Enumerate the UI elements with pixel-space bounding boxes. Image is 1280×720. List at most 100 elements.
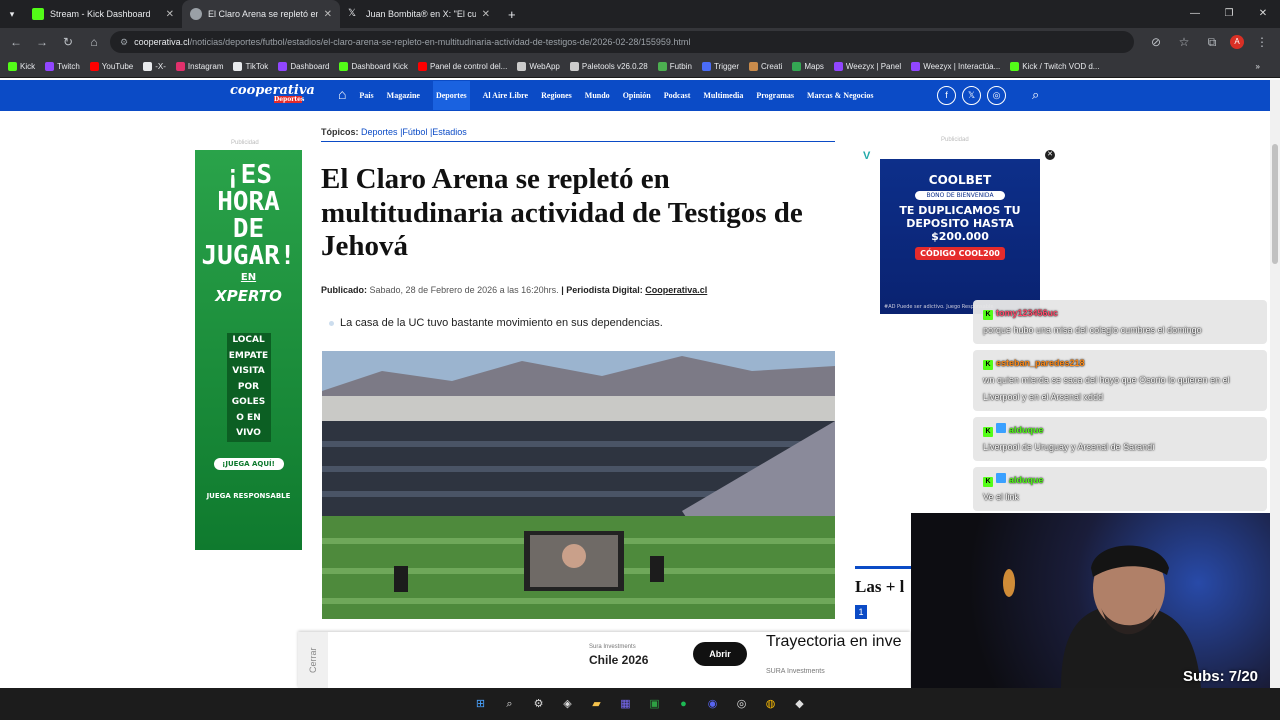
site-logo[interactable]: cooperativa Deportes — [230, 83, 315, 103]
close-window-icon[interactable]: ✕ — [1246, 0, 1280, 28]
discord-icon[interactable]: ◉ — [703, 694, 723, 714]
search-icon[interactable]: ⌕ — [1032, 87, 1039, 103]
terminal-icon[interactable]: ▣ — [645, 694, 665, 714]
chat-message: Kalduque Ve el link — [973, 467, 1267, 511]
menu-icon[interactable]: ⋮ — [1252, 32, 1272, 52]
ad-sponsor-2: SURA Investments — [766, 668, 825, 675]
chat-text: porque hubo una misa del colegio cumbres… — [983, 325, 1202, 335]
topic-link[interactable]: |Estadios — [430, 127, 467, 137]
obs-icon[interactable]: ◎ — [732, 694, 752, 714]
menu-item[interactable]: Opinión — [623, 91, 651, 100]
minimize-icon[interactable]: — — [1178, 0, 1212, 28]
topic-link[interactable]: Deportes — [361, 127, 398, 137]
ad-cta-button[interactable]: ¡JUEGA AQUÍ! — [213, 457, 284, 470]
menu-item[interactable]: Regiones — [541, 91, 572, 100]
tab-search-icon[interactable]: ▾ — [0, 9, 24, 20]
bookmark-item[interactable]: Instagram — [175, 62, 224, 71]
menu-item[interactable]: Programas — [756, 91, 794, 100]
extensions-icon[interactable]: ⧉ — [1202, 32, 1222, 52]
ad-brand: COOLBET — [928, 173, 992, 187]
bookmark-item[interactable]: Twitch — [45, 62, 80, 71]
bookmark-item[interactable]: Panel de control del... — [417, 62, 508, 71]
open-ad-button[interactable]: Abrir — [693, 642, 747, 666]
bookmark-label: Kick — [20, 62, 36, 71]
close-icon[interactable]: ✕ — [482, 9, 490, 20]
bookmark-item[interactable]: Weezyx | Interactúa... — [911, 62, 1000, 71]
menu-item[interactable]: Multimedia — [703, 91, 743, 100]
settings-icon[interactable]: ⚙ — [529, 694, 549, 714]
star-icon[interactable]: ☆ — [1174, 32, 1194, 52]
grid-icon[interactable]: ▦ — [616, 694, 636, 714]
ad-headline[interactable]: Trayectoria en inve — [766, 633, 901, 651]
home-icon[interactable]: ⌂ — [84, 32, 104, 52]
globe-icon — [190, 8, 202, 20]
profile-avatar[interactable]: A — [1230, 35, 1244, 49]
scrollbar-thumb[interactable] — [1272, 144, 1278, 264]
address-bar[interactable]: ⚙ cooperativa.cl/noticias/deportes/futbo… — [110, 31, 1134, 53]
menu-item[interactable]: Deportes — [432, 81, 470, 110]
address-path: /noticias/deportes/futbol/estadios/el-cl… — [189, 37, 691, 47]
menu-item[interactable]: Magazine — [387, 91, 420, 100]
more-bookmarks-icon[interactable]: » — [1256, 62, 1280, 71]
tab-kick-dashboard[interactable]: Stream - Kick Dashboard ✕ — [24, 0, 182, 28]
tab-x-post[interactable]: 𝕏 Juan Bombita® en X: "El cuarto ✕ — [340, 0, 498, 28]
home-icon[interactable]: ⌂ — [338, 88, 346, 104]
forward-icon[interactable]: → — [32, 32, 52, 52]
bookmark-label: Instagram — [187, 62, 224, 71]
bookmark-item[interactable]: TikTok — [233, 62, 268, 71]
chrome-icon[interactable]: ◍ — [761, 694, 781, 714]
close-ad-icon[interactable]: ✕ — [1045, 150, 1055, 160]
folder-icon[interactable]: ▰ — [587, 694, 607, 714]
facebook-icon[interactable]: f — [937, 86, 956, 105]
bookmark-icon — [339, 62, 349, 71]
bookmark-item[interactable]: Creati — [748, 62, 782, 71]
app-icon[interactable]: ◈ — [558, 694, 578, 714]
kick-badge-icon: K — [983, 477, 993, 487]
bookmark-item[interactable]: Dashboard Kick — [339, 62, 408, 71]
menu-item[interactable]: País — [359, 91, 373, 100]
close-ad-button[interactable]: Cerrar — [298, 632, 328, 688]
back-icon[interactable]: ← — [6, 32, 26, 52]
windows-icon[interactable]: ⊞ — [471, 694, 491, 714]
left-ad-banner[interactable]: ¡ES HORA DE JUGAR! EN XPERTO LOCAL EMPATE… — [195, 150, 302, 550]
close-icon[interactable]: ✕ — [166, 9, 174, 20]
bookmark-item[interactable]: Kick / Twitch VOD d... — [1010, 62, 1099, 71]
bookmark-item[interactable]: Kick — [8, 62, 35, 71]
bookmark-item[interactable]: -X- — [143, 62, 166, 71]
search-icon[interactable]: ⌕ — [500, 694, 520, 714]
tab-cooperativa[interactable]: El Claro Arena se repletó en mu ✕ — [182, 0, 340, 28]
author-link[interactable]: Cooperativa.cl — [645, 285, 707, 295]
close-icon[interactable]: ✕ — [324, 9, 332, 20]
bookmark-icon — [8, 62, 17, 71]
x-icon[interactable]: 𝕏 — [962, 86, 981, 105]
ad-bet-list: LOCAL EMPATE VISITA POR GOLES O EN VIVO — [195, 333, 302, 442]
bookmark-item[interactable]: Weezyx | Panel — [833, 62, 901, 71]
stadium-image — [322, 351, 835, 619]
menu-item[interactable]: Mundo — [585, 91, 610, 100]
bookmark-item[interactable]: WebApp — [517, 62, 560, 71]
new-tab-button[interactable]: + — [498, 7, 526, 22]
webcam-overlay: Subs: 7/20 — [911, 513, 1270, 688]
instagram-icon[interactable]: ◎ — [987, 86, 1006, 105]
bookmark-item[interactable]: YouTube — [89, 62, 133, 71]
topic-link[interactable]: |Fútbol — [400, 127, 427, 137]
menu-item[interactable]: Marcas & Negocios — [807, 91, 874, 100]
menu-item[interactable]: Al Aire Libre — [483, 91, 528, 100]
bookmark-item[interactable]: Maps — [792, 62, 824, 71]
bookmark-label: Panel de control del... — [429, 62, 508, 71]
article-photo[interactable] — [322, 351, 835, 619]
bookmark-item[interactable]: Dashboard — [278, 62, 329, 71]
site-menu: ⌂ País Magazine Deportes Al Aire Libre Regio… — [338, 80, 874, 111]
spotify-icon[interactable]: ● — [674, 694, 694, 714]
right-ad-banner[interactable]: COOLBET BONO DE BIENVENIDA TE DUPLICAMOS… — [880, 159, 1040, 314]
eye-off-icon[interactable]: ⊘ — [1146, 32, 1166, 52]
maximize-icon[interactable]: ❐ — [1212, 0, 1246, 28]
menu-item[interactable]: Podcast — [664, 91, 691, 100]
reload-icon[interactable]: ↻ — [58, 32, 78, 52]
site-info-icon[interactable]: ⚙ — [120, 37, 128, 48]
bookmark-item[interactable]: Paletools v26.0.28 — [569, 62, 648, 71]
page-scrollbar[interactable] — [1270, 80, 1280, 688]
bookmark-item[interactable]: Futbin — [657, 62, 692, 71]
app2-icon[interactable]: ◆ — [790, 694, 810, 714]
bookmark-item[interactable]: Trigger — [701, 62, 739, 71]
